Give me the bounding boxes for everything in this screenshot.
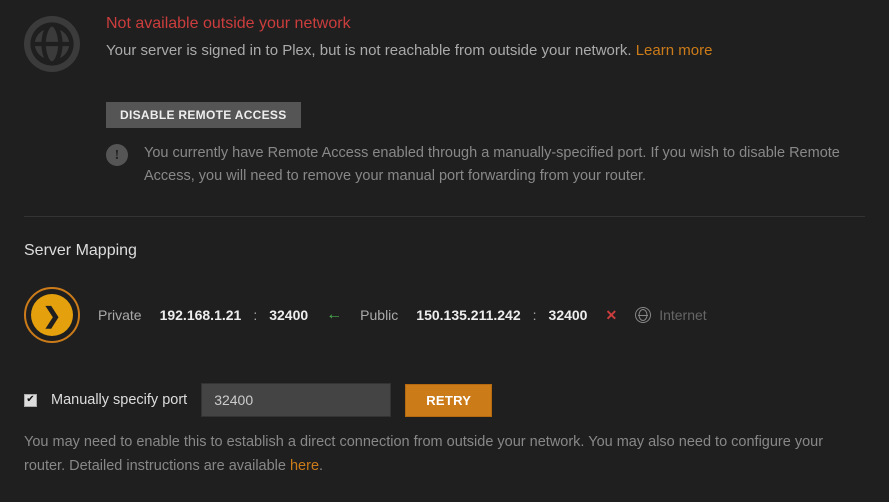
- manually-specify-port-label: Manually specify port: [51, 390, 187, 412]
- private-port: 32400: [269, 305, 308, 326]
- disable-remote-access-button[interactable]: DISABLE REMOTE ACCESS: [106, 102, 301, 128]
- connection-failed-icon: ✕: [605, 305, 617, 326]
- port-help-text: You may need to enable this to establish…: [24, 431, 865, 477]
- public-colon: :: [533, 305, 537, 326]
- status-title: Not available outside your network: [106, 12, 712, 36]
- arrow-left-icon: ←: [326, 303, 342, 327]
- port-input[interactable]: [201, 383, 391, 417]
- retry-button[interactable]: RETRY: [405, 384, 492, 417]
- globe-icon: [24, 16, 80, 72]
- private-ip: 192.168.1.21: [160, 305, 242, 326]
- public-port: 32400: [549, 305, 588, 326]
- learn-more-link[interactable]: Learn more: [636, 42, 713, 59]
- disable-info-text: You currently have Remote Access enabled…: [144, 142, 865, 188]
- internet-globe-icon: [635, 307, 651, 323]
- instructions-here-link[interactable]: here: [290, 458, 319, 474]
- internet-label: Internet: [659, 305, 706, 326]
- plex-server-icon: ❯: [24, 287, 80, 343]
- public-ip: 150.135.211.242: [416, 305, 520, 326]
- server-mapping-heading: Server Mapping: [24, 239, 865, 263]
- private-colon: :: [253, 305, 257, 326]
- public-label: Public: [360, 305, 398, 326]
- server-mapping-row: ❯ Private 192.168.1.21 : 32400 ← Public …: [24, 287, 865, 343]
- status-subtitle: Your server is signed in to Plex, but is…: [106, 40, 712, 63]
- private-label: Private: [98, 305, 142, 326]
- info-icon: !: [106, 144, 128, 166]
- manually-specify-port-checkbox[interactable]: ✔: [24, 394, 37, 407]
- section-divider: [24, 216, 865, 217]
